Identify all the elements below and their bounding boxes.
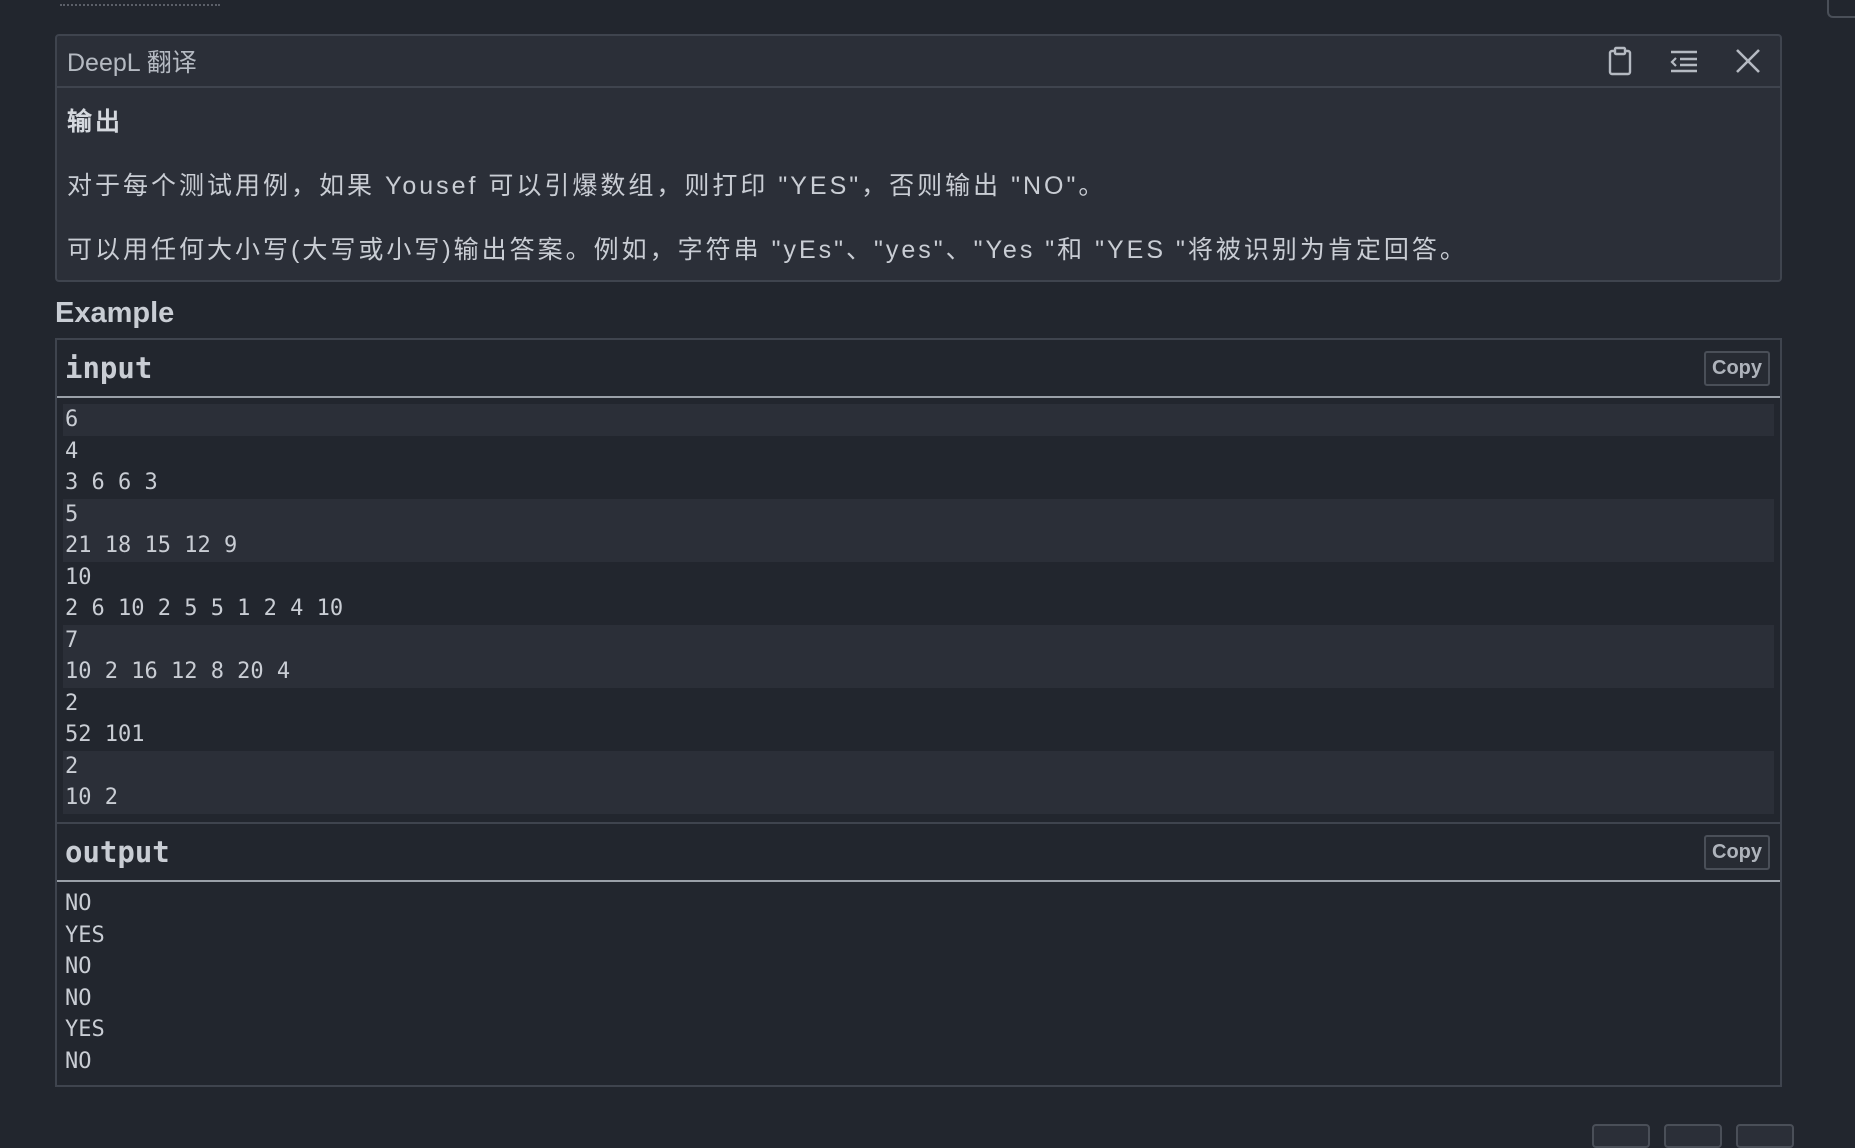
input-line: 52 101 bbox=[65, 722, 145, 747]
copy-input-button[interactable]: Copy bbox=[1704, 350, 1770, 386]
indent-icon[interactable] bbox=[1662, 41, 1706, 81]
bottom-buttons bbox=[1592, 1124, 1794, 1148]
input-line: 3 6 6 3 bbox=[65, 470, 158, 495]
input-line: 10 2 16 12 8 20 4 bbox=[63, 656, 1774, 688]
deepl-translation-panel: DeepL 翻译 输出 对于每个测试用例，如果 Yousef 可以引爆数组，则打… bbox=[55, 34, 1782, 282]
output-line: NO bbox=[65, 1048, 92, 1074]
deepl-paragraph-2: 可以用任何大小写(大写或小写)输出答案。例如，字符串 "yEs"、"yes"、"… bbox=[67, 236, 1468, 264]
bottom-button-3[interactable] bbox=[1736, 1124, 1794, 1148]
output-lines: NO YES NO NO YES NO bbox=[57, 882, 1780, 1077]
output-line: NO bbox=[65, 891, 92, 916]
top-right-edge bbox=[1827, 0, 1855, 18]
output-header: output Copy bbox=[57, 824, 1780, 882]
input-line: 10 bbox=[65, 564, 92, 590]
input-line: 2 bbox=[63, 750, 1774, 782]
input-line: 5 bbox=[63, 498, 1774, 530]
input-line: 7 bbox=[63, 624, 1774, 656]
output-line: NO bbox=[65, 954, 92, 979]
input-lines: 64 3 6 6 3 5 21 18 15 12 9 10 2 6 10 2 5 5 1 … bbox=[57, 398, 1780, 814]
bottom-button-2[interactable] bbox=[1664, 1124, 1722, 1148]
deepl-header: DeepL 翻译 bbox=[57, 36, 1780, 88]
deepl-body: 输出 对于每个测试用例，如果 Yousef 可以引爆数组，则打印 "YES"，否… bbox=[57, 88, 1780, 266]
input-label: input bbox=[65, 351, 153, 385]
deepl-actions bbox=[1598, 41, 1770, 81]
output-line: YES bbox=[65, 1017, 105, 1042]
input-box: input Copy 64 3 6 6 3 5 21 18 15 12 9 10 2 6 … bbox=[55, 338, 1782, 824]
input-line: 2 bbox=[65, 690, 79, 716]
copy-output-button[interactable]: Copy bbox=[1704, 834, 1770, 870]
input-line: 2 6 10 2 5 5 1 2 4 10 bbox=[65, 596, 344, 621]
input-line: 6 bbox=[63, 404, 1774, 436]
input-line: 4 bbox=[65, 438, 79, 464]
clipboard-icon[interactable] bbox=[1598, 41, 1642, 81]
deepl-title: DeepL 翻译 bbox=[67, 49, 197, 77]
output-box: output Copy NO YES NO NO YES NO bbox=[55, 822, 1782, 1087]
output-label: output bbox=[65, 835, 170, 869]
deepl-heading: 输出 bbox=[67, 108, 124, 136]
bottom-button-1[interactable] bbox=[1592, 1124, 1650, 1148]
input-line: 10 2 bbox=[63, 782, 1774, 814]
example-title: Example bbox=[55, 297, 175, 329]
output-line: YES bbox=[65, 922, 105, 948]
input-header: input Copy bbox=[57, 340, 1780, 398]
close-icon[interactable] bbox=[1726, 41, 1770, 81]
deepl-paragraph-1: 对于每个测试用例，如果 Yousef 可以引爆数组，则打印 "YES"，否则输出… bbox=[67, 172, 1107, 200]
top-remnant-text bbox=[60, 0, 220, 6]
input-line: 21 18 15 12 9 bbox=[63, 530, 1774, 562]
output-line: NO bbox=[65, 985, 92, 1011]
